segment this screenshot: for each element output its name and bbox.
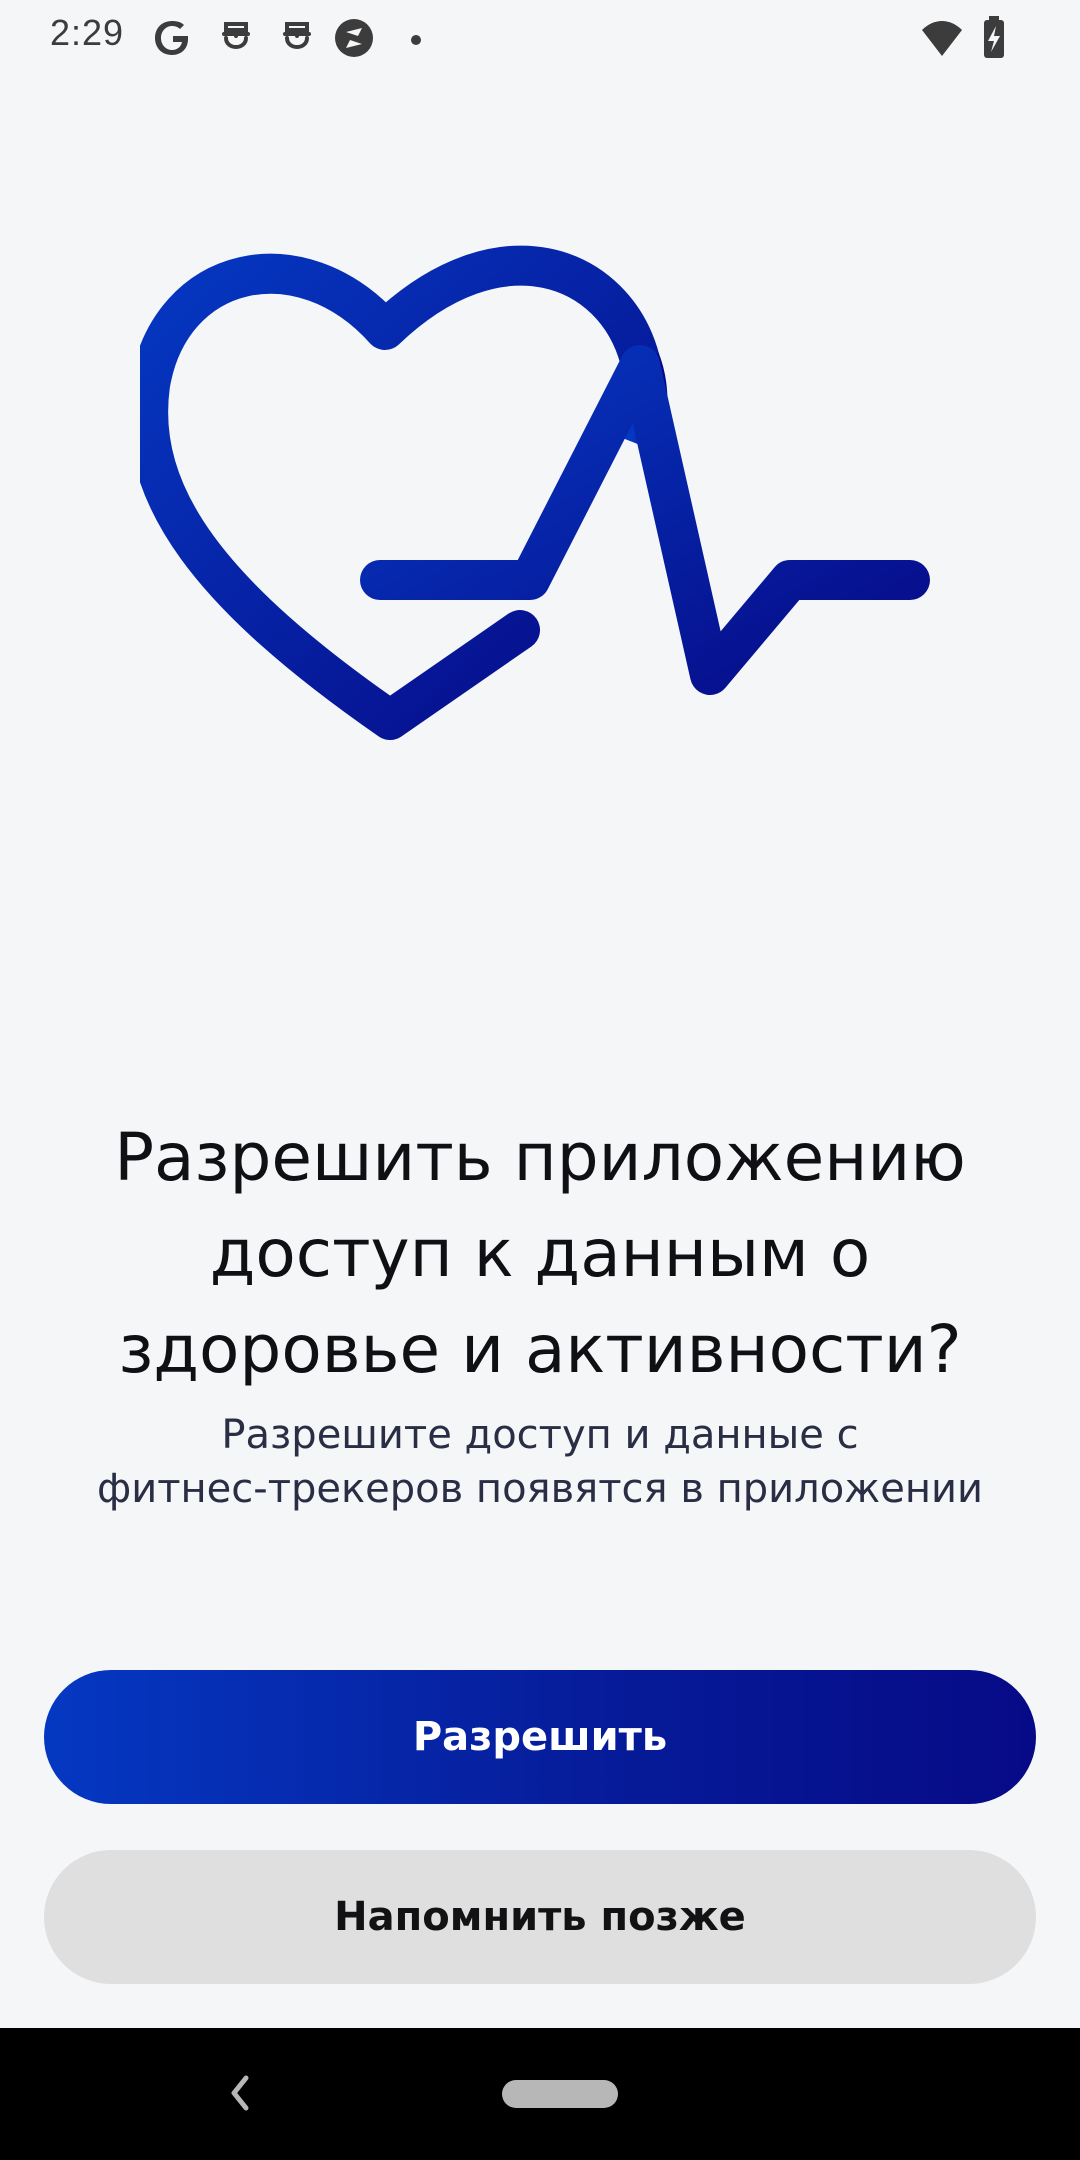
app-screen: 2:29 Разрешить приложению доступ к данны… [0,0,1080,2160]
title-line-2: доступ к данным о [209,1215,871,1292]
status-time: 2:29 [50,12,125,53]
heart-pulse-icon [140,245,930,740]
title-line-3: здоровье и активности? [118,1311,962,1388]
system-navigation-bar [0,2028,1080,2160]
battery-charging-icon [984,16,1004,58]
status-bar: 2:29 [0,0,1080,80]
permission-description: Разрешите доступ и данные с фитнес-треке… [40,1408,1040,1516]
back-icon[interactable] [220,2068,260,2118]
dot-icon [411,35,421,45]
notification-icon [222,22,250,49]
wifi-icon [922,21,962,56]
notification-icon [283,22,311,49]
subtitle-line-1: Разрешите доступ и данные с [221,1412,859,1458]
camera-app-icon [335,19,373,57]
google-icon [155,21,188,55]
remind-later-button[interactable]: Напомнить позже [44,1850,1036,1984]
subtitle-line-2: фитнес-трекеров появятся в приложении [97,1466,983,1512]
permission-title: Разрешить приложению доступ к данным о з… [60,1110,1020,1398]
title-line-1: Разрешить приложению [114,1119,966,1196]
home-pill-icon[interactable] [502,2080,618,2108]
allow-button[interactable]: Разрешить [44,1670,1036,1804]
